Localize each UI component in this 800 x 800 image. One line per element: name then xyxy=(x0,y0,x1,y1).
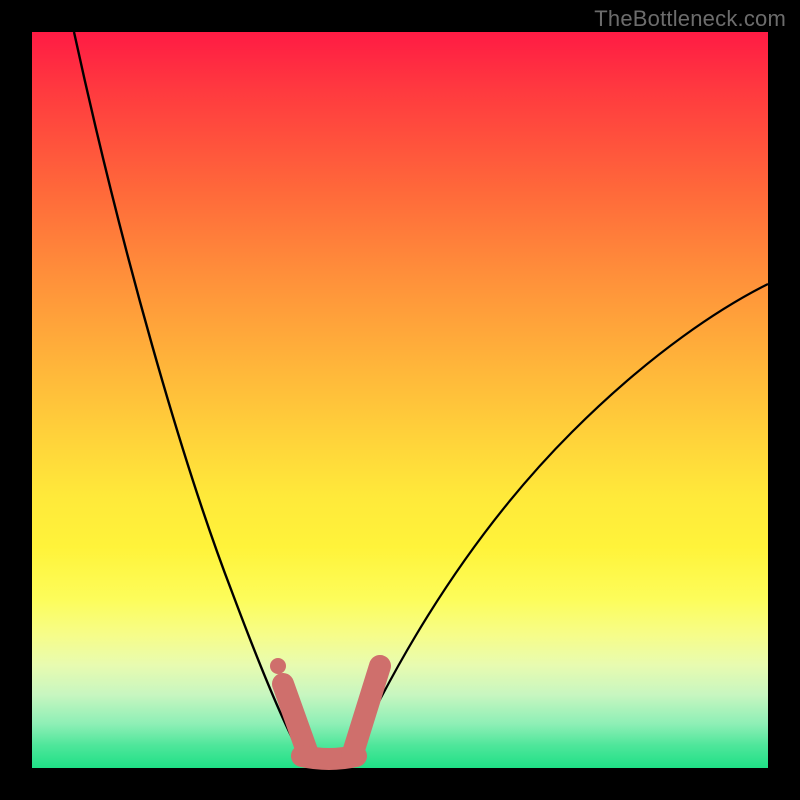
curve-right xyxy=(350,284,768,760)
watermark-text: TheBottleneck.com xyxy=(594,6,786,32)
marker-dot xyxy=(270,658,286,674)
chart-area xyxy=(32,32,768,768)
curve-left xyxy=(74,32,304,760)
marker-left-stroke xyxy=(283,684,308,754)
bottleneck-curve-svg xyxy=(32,32,768,768)
marker-right-stroke xyxy=(352,666,380,756)
